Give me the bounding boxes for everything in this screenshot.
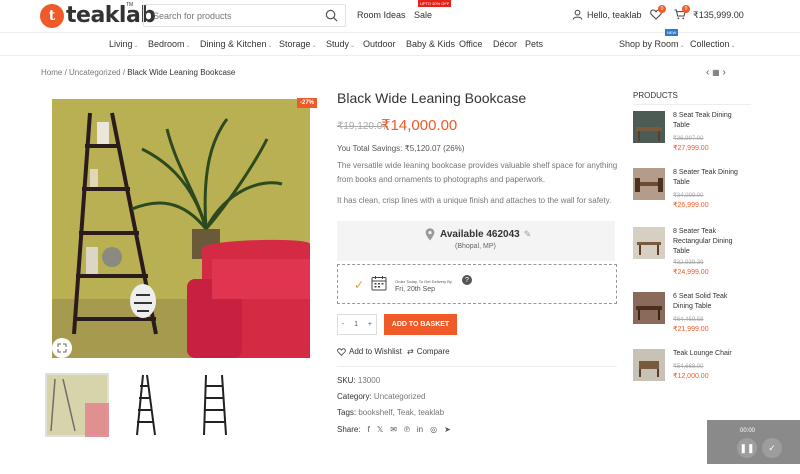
expand-icon	[57, 343, 67, 353]
category-link[interactable]: Uncategorized	[374, 392, 426, 401]
check-icon: ✓	[354, 278, 365, 292]
location-pin-icon	[425, 228, 435, 241]
delivery-box: ✓ Order Today, To Get Delivery By ? Fri,…	[337, 264, 617, 304]
bookcase-photo	[52, 99, 310, 358]
availability-city: (Bhopal, MP)	[455, 243, 496, 250]
thumbnail-1[interactable]	[45, 373, 109, 437]
logo[interactable]: t teaklab TM	[40, 2, 156, 28]
breadcrumb-current: Black Wide Leaning Bookcase	[127, 68, 236, 77]
trademark-mark: TM	[126, 2, 134, 8]
add-to-wishlist-link[interactable]: Add to Wishlist	[337, 347, 402, 356]
grid-icon[interactable]: ▦	[712, 68, 720, 77]
product-thumb	[633, 227, 665, 259]
whatsapp-icon[interactable]: ◎	[430, 425, 437, 434]
wishlist-count: 0	[658, 5, 666, 13]
thumbnail-2[interactable]	[113, 373, 177, 437]
product-thumb	[633, 349, 665, 381]
divider	[337, 366, 617, 367]
user-icon	[572, 9, 583, 20]
cart-total: ₹135,999.00	[693, 9, 744, 20]
quantity-stepper: - 1 +	[337, 314, 377, 335]
nav-dining-kitchen[interactable]: Dining & Kitchen⌄	[200, 39, 273, 49]
video-time: 00:00	[740, 428, 756, 434]
check-icon[interactable]: ✓	[762, 438, 782, 458]
product-pager: ‹ ▦ ›	[706, 67, 726, 78]
qty-plus-button[interactable]: +	[368, 321, 372, 328]
room-ideas-link[interactable]: Room Ideas	[357, 10, 406, 20]
prev-product-icon[interactable]: ‹	[706, 67, 709, 78]
product-main-image[interactable]	[52, 99, 310, 358]
category-row: Category: Uncategorized	[337, 392, 426, 401]
delivery-date: Fri, 20th Sep	[395, 286, 436, 293]
search-box	[143, 4, 346, 27]
cart-count: 0	[682, 5, 690, 13]
delivery-label: Order Today, To Get Delivery By	[395, 279, 452, 284]
current-price: ₹14,000.00	[381, 117, 458, 134]
nav-shop-by-room[interactable]: Shop by Room⌄	[619, 39, 685, 49]
sku-row: SKU: 13000	[337, 376, 381, 385]
product-title: Black Wide Leaning Bookcase	[337, 90, 527, 106]
cart-button[interactable]: 0 ₹135,999.00	[674, 5, 744, 21]
compare-icon: ⇄	[407, 347, 414, 356]
compare-link[interactable]: ⇄ Compare	[407, 347, 450, 356]
linkedin-icon[interactable]: in	[417, 425, 423, 434]
telegram-icon[interactable]: ➤	[444, 425, 451, 434]
breadcrumb-home[interactable]: Home	[41, 68, 62, 77]
x-icon[interactable]: 𝕏	[377, 425, 383, 434]
nav-collection[interactable]: Collection⌄	[690, 39, 736, 49]
total-savings: You Total Savings: ₹5,120.07 (26%)	[337, 144, 465, 153]
video-widget[interactable]: 00:00 ❚❚ ✓	[707, 420, 800, 464]
nav-bedroom[interactable]: Bedroom⌄	[148, 39, 191, 49]
main-nav: Living⌄ Bedroom⌄ Dining & Kitchen⌄ Stora…	[0, 29, 800, 56]
calendar-icon	[371, 276, 387, 291]
availability-pincode: Available 462043	[440, 229, 520, 240]
account-link[interactable]: Hello, teaklab	[572, 9, 642, 20]
wishlist-button[interactable]: 0	[650, 5, 666, 23]
sale-badge: UPTO 30% OFF	[418, 0, 452, 7]
breadcrumb-category[interactable]: Uncategorized	[69, 68, 121, 77]
pinterest-icon[interactable]: ℗	[404, 425, 410, 434]
nav-storage[interactable]: Storage⌄	[279, 39, 317, 49]
new-badge: NEW	[665, 29, 679, 36]
nav-study[interactable]: Study⌄	[326, 39, 355, 49]
discount-badge: -27%	[297, 98, 318, 108]
nav-baby-kids[interactable]: Baby & Kids	[406, 39, 455, 49]
sidebar-divider	[633, 104, 751, 105]
mail-icon[interactable]: ✉	[390, 425, 397, 434]
breadcrumb: Home / Uncategorized / Black Wide Leanin…	[41, 68, 236, 77]
pause-icon[interactable]: ❚❚	[737, 438, 757, 458]
sale-link[interactable]: Sale	[414, 10, 432, 20]
thumbnail-3[interactable]	[183, 373, 247, 437]
qty-value[interactable]: 1	[354, 321, 358, 328]
product-thumb	[633, 168, 665, 200]
qty-minus-button[interactable]: -	[342, 321, 344, 328]
description-2: It has clean, crisp lines with a unique …	[337, 196, 612, 205]
availability-box: Available 462043 ✎ (Bhopal, MP)	[337, 221, 615, 261]
sidebar-title: PRODUCTS	[633, 91, 678, 100]
next-product-icon[interactable]: ›	[722, 67, 725, 78]
product-thumb	[633, 292, 665, 324]
zoom-button[interactable]	[52, 338, 72, 358]
edit-pincode-icon[interactable]: ✎	[524, 229, 532, 240]
search-input[interactable]	[144, 5, 319, 26]
nav-pets[interactable]: Pets	[525, 39, 543, 49]
nav-decor[interactable]: Décor	[493, 39, 517, 49]
logo-mark: t	[40, 3, 64, 28]
tags-row: Tags: bookshelf, Teak, teaklab	[337, 408, 445, 417]
product-thumb	[633, 111, 665, 143]
nav-living[interactable]: Living⌄	[109, 39, 139, 49]
search-icon[interactable]	[325, 9, 338, 25]
help-icon[interactable]: ?	[462, 275, 472, 285]
nav-outdoor[interactable]: Outdoor	[363, 39, 396, 49]
share-row: Share: f 𝕏 ✉ ℗ in ◎ ➤	[337, 425, 451, 434]
nav-office[interactable]: Office	[459, 39, 482, 49]
greeting-text: Hello, teaklab	[587, 9, 642, 20]
heart-icon	[337, 347, 346, 356]
description-1: The versatile wide leaning bookcase prov…	[337, 161, 618, 184]
facebook-icon[interactable]: f	[368, 425, 370, 434]
site-header: t teaklab TM Room Ideas Sale UPTO 30% OF…	[0, 0, 800, 32]
tags-links[interactable]: bookshelf, Teak, teaklab	[358, 408, 444, 417]
add-to-basket-button[interactable]: ADD TO BASKET	[384, 314, 457, 335]
